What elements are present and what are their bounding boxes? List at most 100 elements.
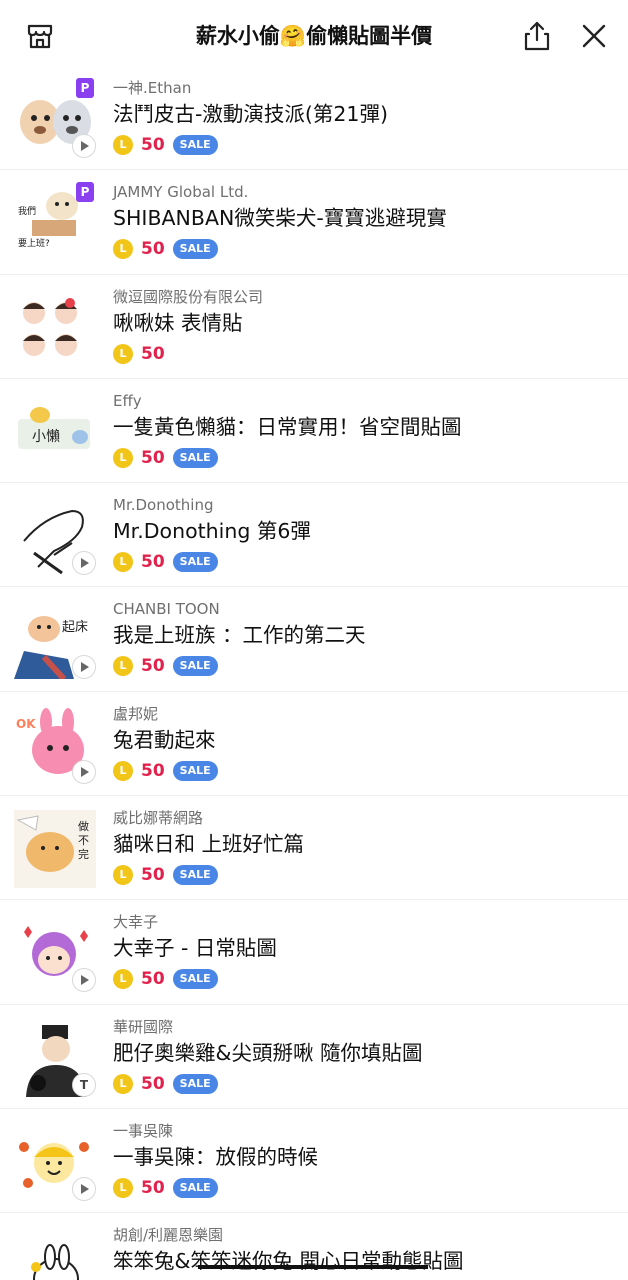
price-row: L 50 SALE <box>113 447 218 469</box>
sale-badge: SALE <box>172 656 218 677</box>
svg-text:起床: 起床 <box>62 620 88 635</box>
sale-badge: SALE <box>172 135 218 155</box>
coin-icon: L <box>113 1073 133 1094</box>
sale-badge: SALE <box>172 552 218 573</box>
price-row: L 50 SALE <box>113 1073 218 1095</box>
sticker-name: 肥仔奧樂雞&尖頭掰啾 隨你填貼圖 <box>113 1040 423 1065</box>
play-icon[interactable] <box>72 655 96 680</box>
sticker-thumbnail[interactable] <box>14 288 96 367</box>
sticker-list-item[interactable]: 胡創/利麗恩樂園笨笨兔&笨笨迷你兔 開心日常動態貼圖 <box>0 1213 628 1280</box>
sticker-author: 微逗國際股份有限公司 <box>113 287 264 306</box>
coin-icon: L <box>113 656 133 677</box>
sticker-list-item[interactable]: 起床 CHANBI TOON 我是上班族 ：工作的第二天 L 50 SALE <box>0 587 628 692</box>
sticker-author: CHANBI TOON <box>113 600 220 619</box>
sticker-author: 威比娜蒂網路 <box>113 809 204 828</box>
price-row: L 50 SALE <box>113 1177 218 1199</box>
page-title: 薪水小偷🤗偷懶貼圖半價 <box>195 24 433 48</box>
sale-badge: SALE <box>172 1073 218 1094</box>
price-value: 50 <box>141 656 165 677</box>
strikethrough-mark <box>198 1265 428 1270</box>
sticker-author: Mr.Donothing <box>113 496 214 515</box>
coin-icon: L <box>113 552 133 573</box>
price-value: 50 <box>141 865 165 886</box>
sticker-author: 盧邦妮 <box>113 704 159 723</box>
store-icon[interactable] <box>26 22 54 50</box>
coin-icon: L <box>113 865 133 886</box>
custom-text-badge: T <box>72 1072 96 1097</box>
price-value: 50 <box>141 447 165 468</box>
sticker-thumbnail[interactable]: 做不完 <box>14 810 96 889</box>
price-value: 50 <box>141 760 165 781</box>
header-bar: 薪水小偷🤗偷懶貼圖半價 <box>0 0 628 72</box>
sticker-author: Effy <box>113 391 142 410</box>
sale-badge: SALE <box>172 760 218 781</box>
sticker-list-item[interactable]: P 一神.Ethan 法鬥皮古-激動演技派(第21彈) L 50 SALE <box>0 66 628 171</box>
sale-badge: SALE <box>172 447 218 468</box>
premium-badge: P <box>76 182 94 203</box>
sticker-list-item[interactable]: 我們要上班? P JAMMY Global Ltd. SHIBANBAN微笑柴犬-寶寶… <box>0 170 628 275</box>
price-row: L 50 SALE <box>113 551 218 573</box>
svg-text:我們: 我們 <box>18 205 36 217</box>
sticker-list: P 一神.Ethan 法鬥皮古-激動演技派(第21彈) L 50 SALE 我們 要上班? P J… <box>0 66 628 1280</box>
price-row: L 50 SALE <box>113 760 218 782</box>
coin-icon: L <box>113 1177 133 1198</box>
coin-icon: L <box>113 135 133 155</box>
sticker-list-item[interactable]: 大幸子 大幸子 - 日常貼圖 L 50 SALE <box>0 900 628 1005</box>
sticker-author: JAMMY Global Ltd. <box>113 183 249 202</box>
premium-badge: P <box>76 78 94 98</box>
price-value: 50 <box>141 343 165 364</box>
sale-badge: SALE <box>172 865 218 886</box>
svg-text:不: 不 <box>78 834 89 847</box>
sticker-author: 大幸子 <box>113 913 159 932</box>
coin-icon: L <box>113 343 133 364</box>
sticker-author: 胡創/利麗恩樂園 <box>113 1226 224 1245</box>
sticker-list-item[interactable]: 做不完威比娜蒂網路 貓咪日和 上班好忙篇 L 50 SALE <box>0 796 628 901</box>
sale-badge: SALE <box>172 239 218 260</box>
sale-badge: SALE <box>172 1177 218 1198</box>
play-icon[interactable] <box>72 551 96 576</box>
sticker-name: 貓咪日和 上班好忙篇 <box>113 832 305 857</box>
price-value: 50 <box>141 969 165 990</box>
sticker-name: 大幸子 - 日常貼圖 <box>113 936 277 961</box>
sticker-thumbnail[interactable] <box>14 1227 96 1280</box>
price-row: L 50 SALE <box>113 238 218 260</box>
coin-icon: L <box>113 239 133 260</box>
sticker-name: 兔君動起來 <box>113 727 216 752</box>
price-row: L 50 <box>113 343 165 365</box>
sticker-list-item[interactable]: T 華研國際肥仔奧樂雞&尖頭掰啾 隨你填貼圖 L 50 SALE <box>0 1005 628 1109</box>
sticker-name: 法鬥皮古-激動演技派(第21彈) <box>113 102 388 126</box>
svg-text:做: 做 <box>78 819 89 833</box>
sticker-name: 一隻黃色懶貓：日常實用！省空間貼圖 <box>113 414 462 439</box>
price-row: L 50 SALE <box>113 134 218 156</box>
price-value: 50 <box>141 1073 165 1094</box>
play-icon[interactable] <box>72 968 96 993</box>
sticker-thumbnail[interactable]: 小懶 <box>14 392 96 471</box>
sticker-list-item[interactable]: 小懶 Effy 一隻黃色懶貓：日常實用！省空間貼圖 L 50 SALE <box>0 379 628 484</box>
coin-icon: L <box>113 447 133 468</box>
play-icon[interactable] <box>72 759 96 784</box>
sticker-name: 笨笨兔&笨笨迷你兔 開心日常動態貼圖 <box>113 1249 464 1274</box>
sticker-author: 華研國際 <box>113 1017 174 1036</box>
sticker-name: 一事吳陳：放假的時候 <box>113 1144 318 1169</box>
sale-badge: SALE <box>172 969 218 990</box>
price-value: 50 <box>141 239 165 260</box>
svg-text:要上班?: 要上班? <box>18 237 50 249</box>
sticker-name: 啾啾妹 表情貼 <box>113 310 243 335</box>
svg-text:OK: OK <box>16 717 36 731</box>
sticker-list-item[interactable]: 微逗國際股份有限公司啾啾妹 表情貼 L 50 <box>0 275 628 379</box>
share-icon[interactable] <box>522 20 552 52</box>
play-icon[interactable] <box>72 134 96 158</box>
sticker-name: 我是上班族 ：工作的第二天 <box>113 623 366 648</box>
sticker-name: SHIBANBAN微笑柴犬-寶寶逃避現實 <box>113 206 447 231</box>
play-icon[interactable] <box>72 1176 96 1201</box>
sticker-name: Mr.Donothing 第6彈 <box>113 519 311 544</box>
close-icon[interactable] <box>580 22 608 50</box>
svg-text:小懶: 小懶 <box>32 429 60 445</box>
price-row: L 50 SALE <box>113 655 218 677</box>
sticker-list-item[interactable]: OK 盧邦妮 兔君動起來 L 50 SALE <box>0 692 628 797</box>
price-value: 50 <box>141 1177 165 1198</box>
sticker-list-item[interactable]: Mr.Donothing Mr.Donothing 第6彈 L 50 SALE <box>0 483 628 588</box>
sticker-author: 一神.Ethan <box>113 79 192 97</box>
sticker-list-item[interactable]: 一事吳陳 一事吳陳：放假的時候 L 50 SALE <box>0 1109 628 1214</box>
svg-text:完: 完 <box>78 847 89 861</box>
